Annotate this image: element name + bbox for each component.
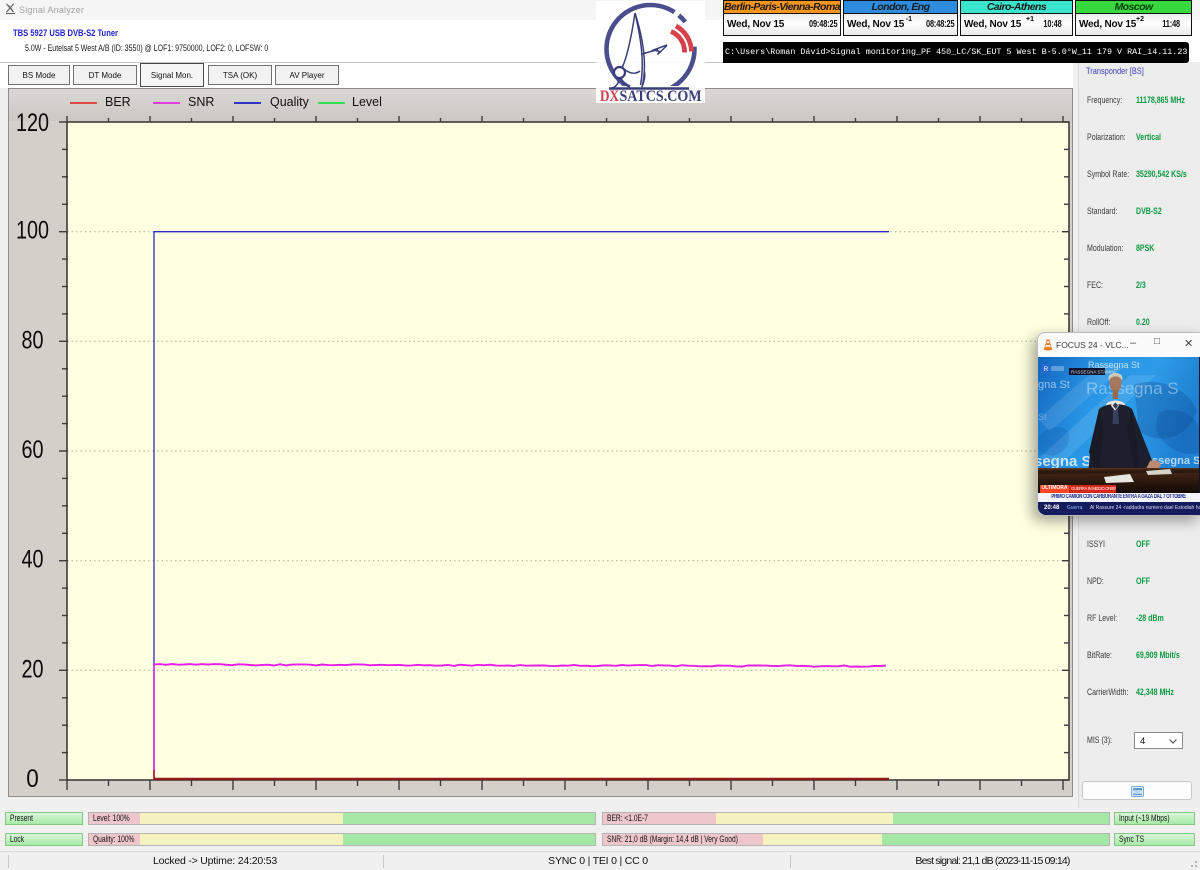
svg-text:0: 0 [26, 765, 39, 793]
svg-text:120: 120 [16, 109, 49, 137]
svg-text:RASSEGNA STAMPA: RASSEGNA STAMPA [1071, 370, 1117, 375]
svg-text:20: 20 [22, 655, 44, 683]
svg-text:DX: DX [600, 88, 619, 103]
svg-text:80: 80 [22, 326, 44, 354]
svg-text:SATCS.COM: SATCS.COM [620, 88, 702, 103]
svg-text:40: 40 [22, 546, 44, 574]
svg-text:segna St: segna St [1038, 453, 1097, 470]
svg-text:Rassegna S: Rassegna S [1086, 379, 1179, 398]
svg-text:100: 100 [16, 217, 49, 245]
svg-text:60: 60 [22, 436, 44, 464]
svg-text:St: St [1038, 412, 1047, 422]
svg-text:R: R [1044, 366, 1049, 373]
svg-text:gna St: gna St [1038, 379, 1070, 391]
